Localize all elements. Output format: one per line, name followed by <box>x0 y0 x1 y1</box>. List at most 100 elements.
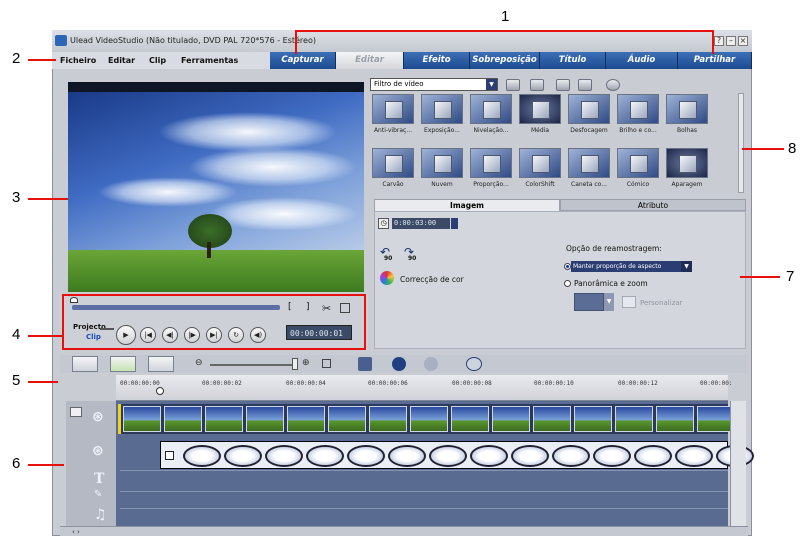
chevron-down-icon[interactable]: ▼ <box>681 261 692 272</box>
undo-icon[interactable] <box>392 357 406 371</box>
storyboard-view-button[interactable] <box>72 356 98 372</box>
audio-view-button[interactable] <box>148 356 174 372</box>
overlay-frame <box>347 445 385 467</box>
callout-6: 6 <box>12 455 21 472</box>
color-correction-label[interactable]: Correcção de cor <box>400 275 464 284</box>
chevron-down-icon[interactable]: ▼ <box>604 293 614 311</box>
timeline-view-button[interactable] <box>110 356 136 372</box>
rotate-right-label: 90 <box>408 255 417 262</box>
tab-title[interactable]: Título <box>540 52 606 69</box>
tab-audio[interactable]: Áudio <box>606 52 678 69</box>
menu-file[interactable]: Ficheiro <box>60 56 96 65</box>
overlay-frame <box>429 445 467 467</box>
effect-thumbnail[interactable] <box>421 148 463 178</box>
effect-thumbnail[interactable] <box>519 148 561 178</box>
effect-thumbnail[interactable] <box>617 94 659 124</box>
chevron-down-icon[interactable]: ▼ <box>486 79 497 90</box>
callout-7: 7 <box>786 268 795 285</box>
resample-title: Opção de reamostragem: <box>566 244 662 253</box>
effect-label: Carvão <box>382 181 404 188</box>
fit-project-icon[interactable] <box>322 359 331 368</box>
tab-overlay[interactable]: Sobreposição <box>470 52 540 69</box>
zoom-in-icon[interactable]: ⊕ <box>302 358 310 368</box>
effect-cube-icon <box>679 101 697 119</box>
redo-icon[interactable] <box>424 357 438 371</box>
minimize-button[interactable]: – <box>726 36 736 46</box>
timeline-toolbar: ⊖ ⊕ <box>60 355 748 373</box>
tab-capture[interactable]: Capturar <box>270 52 336 69</box>
video-track-clip[interactable] <box>118 404 735 434</box>
zoom-out-icon[interactable]: ⊖ <box>195 358 203 368</box>
folder-icon[interactable] <box>506 79 520 91</box>
close-button[interactable]: × <box>738 36 748 46</box>
customize-button[interactable]: Personalizar <box>640 299 683 307</box>
help-button[interactable]: ? <box>714 36 724 46</box>
menu-edit[interactable]: Editar <box>108 56 135 65</box>
library-filter-dropdown[interactable]: Filtro de vídeo <box>370 78 498 91</box>
effect-thumbnail[interactable] <box>568 148 610 178</box>
effect-thumbnail[interactable] <box>519 94 561 124</box>
track-headers: ⊛ ⊛ T ✎ ♫ <box>66 401 116 526</box>
tab-attribute[interactable]: Atributo <box>560 199 746 211</box>
chevron-left-icon[interactable]: ‹ › <box>72 528 80 536</box>
tab-edit[interactable]: Editar <box>336 52 404 69</box>
playhead-marker[interactable] <box>156 387 164 395</box>
timeline-ruler[interactable]: 00:00:00:00 00:00:00:02 00:00:00:04 00:0… <box>116 375 733 401</box>
effect-thumbnail[interactable] <box>372 94 414 124</box>
clock-icon: ◷ <box>378 218 389 229</box>
ruler-tick: 00:00:00:00 <box>120 380 160 387</box>
file-icon[interactable] <box>530 79 544 91</box>
resample-keep-select[interactable]: Manter proporção de aspecto <box>571 261 681 272</box>
effect-label: Exposição... <box>424 127 460 134</box>
menu-clip[interactable]: Clip <box>149 56 166 65</box>
tab-image[interactable]: Imagem <box>374 199 560 211</box>
menu-tools[interactable]: Ferramentas <box>181 56 238 65</box>
track-manager-icon[interactable] <box>466 357 482 371</box>
duration-field[interactable]: 0:00:03:00 <box>392 218 450 229</box>
tab-effect[interactable]: Efeito <box>404 52 470 69</box>
effect-thumbnail[interactable] <box>421 94 463 124</box>
zoom-slider[interactable] <box>210 364 296 366</box>
timeline-horizontal-scrollbar[interactable]: ‹ › <box>60 526 748 536</box>
preview-hill <box>68 250 364 292</box>
customize-icon[interactable] <box>622 296 636 308</box>
preset-box[interactable] <box>574 293 604 311</box>
refresh-icon[interactable] <box>578 79 592 91</box>
callout-1: 1 <box>501 8 510 25</box>
video-frame <box>410 406 448 432</box>
effect-cube-icon <box>385 101 403 119</box>
effect-thumbnail[interactable] <box>666 148 708 178</box>
track-link-icon[interactable] <box>70 407 82 417</box>
effect-thumbnail[interactable] <box>372 148 414 178</box>
effect-thumbnail[interactable] <box>470 148 512 178</box>
video-track-icon: ⊛ <box>92 409 104 425</box>
effect-thumbnail[interactable] <box>568 94 610 124</box>
effect-cube-icon <box>483 101 501 119</box>
film-icon[interactable] <box>556 79 570 91</box>
title-track-icon: T <box>94 471 105 487</box>
ruler-tick: 00:00:00:02 <box>202 380 242 387</box>
video-frame <box>328 406 366 432</box>
overlay-track-clip[interactable] <box>160 441 754 469</box>
callout-4-leader <box>28 335 62 337</box>
effect-thumbnail[interactable] <box>470 94 512 124</box>
tab-share[interactable]: Partilhar <box>678 52 752 69</box>
duration-stepper[interactable] <box>451 218 458 229</box>
overlay-frame <box>470 445 508 467</box>
timeline-vertical-scrollbar[interactable] <box>730 401 746 526</box>
callout-1-box <box>295 30 714 54</box>
resample-pan-label[interactable]: Panorâmica e zoom <box>574 279 648 288</box>
insert-media-icon[interactable] <box>358 357 372 371</box>
resample-keep-radio[interactable] <box>564 263 571 270</box>
effect-thumbnail[interactable] <box>666 94 708 124</box>
library-scrollbar[interactable] <box>738 93 744 193</box>
zoom-slider-handle[interactable] <box>292 358 298 370</box>
color-wheel-icon[interactable] <box>380 271 394 285</box>
effect-label: ColorShift <box>525 181 555 188</box>
overlay-track-icon: ⊛ <box>92 443 104 459</box>
effect-thumbnail[interactable] <box>617 148 659 178</box>
clip-start-marker[interactable] <box>118 404 121 434</box>
callout-6-leader <box>28 464 64 466</box>
resample-pan-radio[interactable] <box>564 280 571 287</box>
expand-icon[interactable] <box>606 79 620 91</box>
